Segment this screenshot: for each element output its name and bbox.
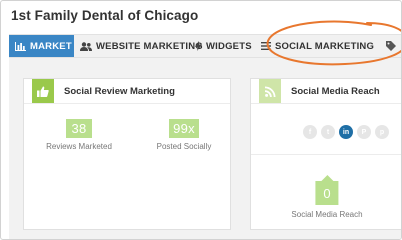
- tab-label: WIDGETS: [206, 40, 252, 52]
- twitter-icon[interactable]: t: [321, 125, 335, 139]
- tab-more[interactable]: [380, 35, 401, 57]
- tab-label: SOCIAL MARKETING: [275, 40, 375, 52]
- menu-icon: [261, 42, 271, 50]
- divider: [251, 154, 401, 155]
- posted-socially-label: Posted Socially: [156, 142, 212, 151]
- facebook-icon[interactable]: f: [303, 125, 317, 139]
- reviews-marketed-stat: 38 Reviews Marketed: [39, 119, 119, 151]
- card-title: Social Review Marketing: [64, 85, 175, 97]
- lightning-icon: [195, 41, 202, 51]
- posted-socially-stat: 99x Posted Socially: [144, 119, 224, 151]
- reviews-marketed-label: Reviews Marketed: [46, 142, 112, 151]
- main-nav: MARKET WEBSITE MARKETING WIDGETS SOCIAL …: [9, 34, 401, 58]
- foursquare-icon[interactable]: P: [357, 125, 371, 139]
- tab-widgets[interactable]: WIDGETS: [189, 35, 255, 57]
- bar-chart-icon: [15, 41, 26, 51]
- social-review-card: Social Review Marketing 38 Reviews Marke…: [23, 78, 231, 230]
- card-header: Social Review Marketing: [24, 79, 230, 104]
- social-media-reach-stat: 0 Social Media Reach: [291, 173, 363, 219]
- rss-icon: [259, 79, 281, 103]
- tab-website-marketing[interactable]: WEBSITE MARKETING: [74, 35, 203, 57]
- users-icon: [80, 41, 92, 51]
- social-network-list: f t in P p: [303, 125, 389, 139]
- pinterest-icon[interactable]: p: [375, 125, 389, 139]
- linkedin-icon[interactable]: in: [339, 125, 353, 139]
- app-window: 1st Family Dental of Chicago MARKET WEBS…: [0, 0, 402, 240]
- tab-social-marketing[interactable]: SOCIAL MARKETING: [255, 35, 380, 57]
- tab-label: WEBSITE MARKETING: [96, 40, 203, 52]
- social-media-reach-label: Social Media Reach: [291, 210, 363, 219]
- tag-icon: [386, 41, 396, 51]
- tab-label: MARKET: [30, 40, 72, 52]
- reviews-marketed-value: 38: [66, 119, 92, 138]
- card-title: Social Media Reach: [291, 85, 380, 97]
- thumbs-up-icon: [32, 79, 54, 103]
- posted-socially-value: 99x: [169, 119, 199, 138]
- page-title: 1st Family Dental of Chicago: [11, 8, 199, 23]
- social-media-reach-value: 0: [315, 175, 339, 205]
- card-header: Social Media Reach: [251, 79, 401, 104]
- tab-market[interactable]: MARKET: [9, 35, 74, 57]
- social-reach-card: Social Media Reach f t in P p 0 Social M…: [250, 78, 401, 230]
